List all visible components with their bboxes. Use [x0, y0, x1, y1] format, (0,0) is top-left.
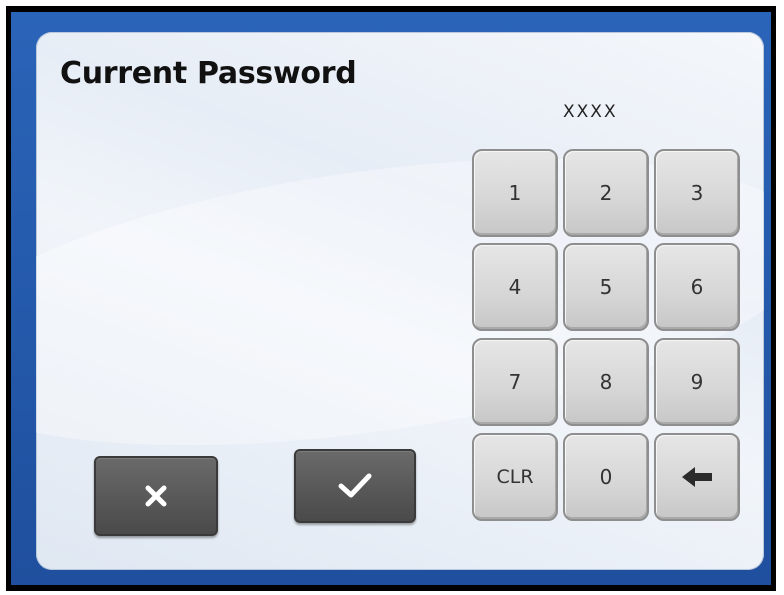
key-label: 5 — [599, 275, 613, 299]
key-9[interactable]: 9 — [654, 338, 740, 426]
key-label: 8 — [599, 370, 613, 394]
key-backspace[interactable] — [654, 433, 740, 521]
key-label: 9 — [690, 370, 704, 394]
cancel-button[interactable] — [94, 456, 218, 536]
confirm-button[interactable] — [294, 449, 416, 523]
key-5[interactable]: 5 — [563, 243, 649, 331]
key-2[interactable]: 2 — [563, 149, 649, 237]
key-1[interactable]: 1 — [472, 149, 558, 237]
key-label: 2 — [599, 181, 613, 205]
key-label: 6 — [690, 275, 704, 299]
checkmark-icon — [338, 473, 372, 498]
key-4[interactable]: 4 — [472, 243, 558, 331]
key-label: 4 — [508, 275, 522, 299]
key-0[interactable]: 0 — [563, 433, 649, 521]
backspace-arrow-icon — [682, 467, 712, 487]
key-3[interactable]: 3 — [654, 149, 740, 237]
key-label: CLR — [496, 466, 534, 488]
close-icon — [145, 485, 167, 507]
key-8[interactable]: 8 — [563, 338, 649, 426]
key-label: 3 — [690, 181, 704, 205]
password-display: XXXX — [563, 102, 618, 122]
key-6[interactable]: 6 — [654, 243, 740, 331]
dialog-title: Current Password — [60, 56, 357, 91]
key-label: 1 — [508, 181, 522, 205]
key-7[interactable]: 7 — [472, 338, 558, 426]
key-label: 7 — [508, 370, 522, 394]
key-clr[interactable]: CLR — [472, 433, 558, 521]
key-label: 0 — [599, 465, 613, 489]
